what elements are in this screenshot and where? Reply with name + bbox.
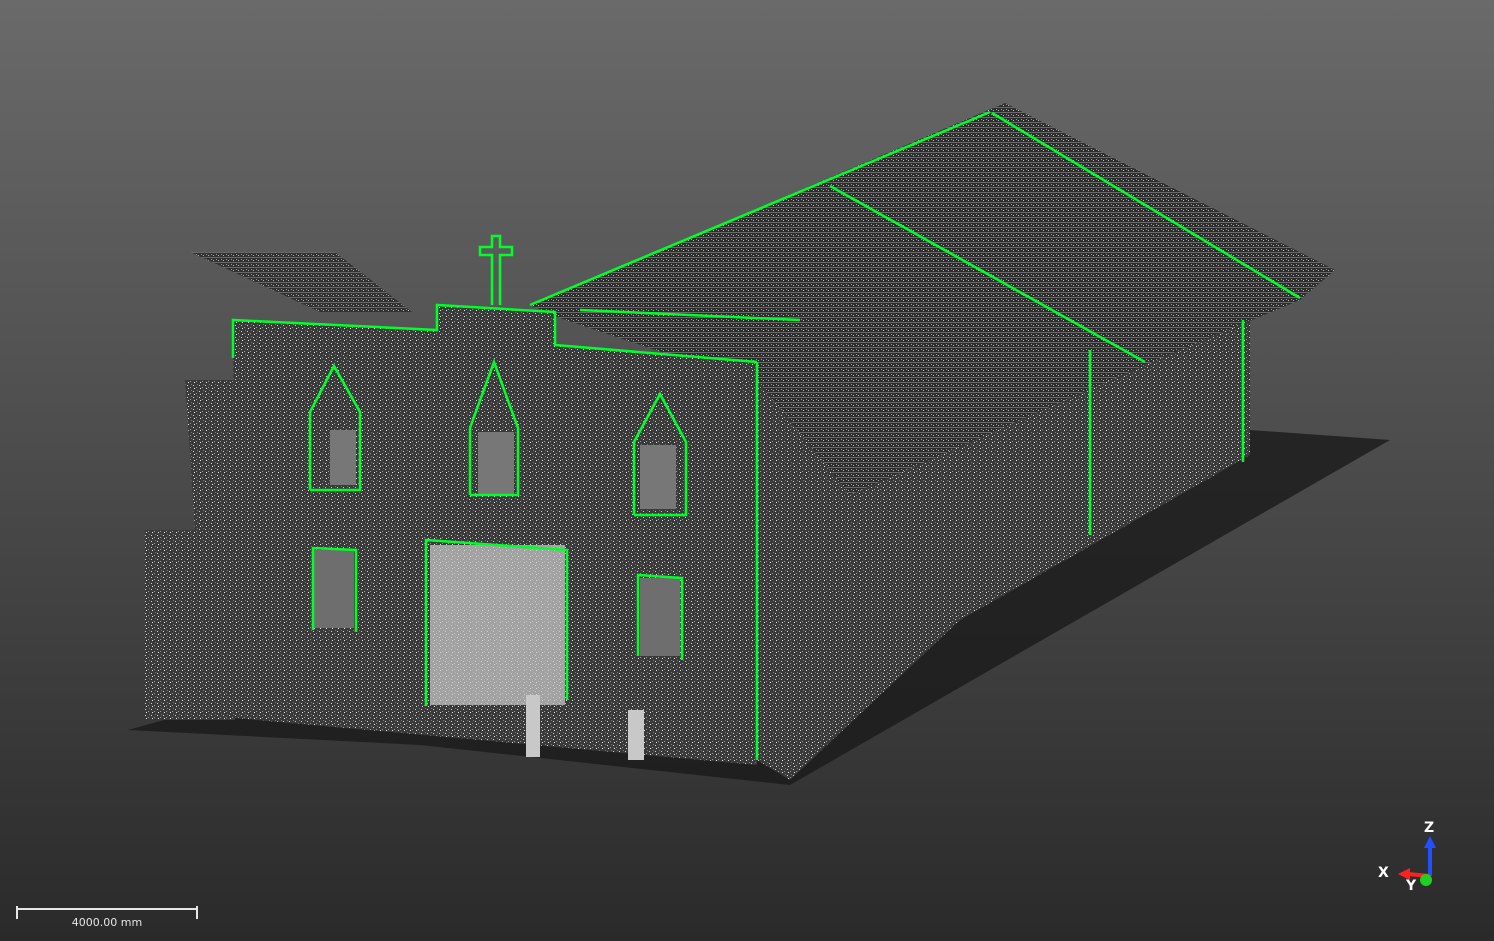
y-axis-label: Y xyxy=(1406,878,1417,894)
scale-label: 4000.00 mm xyxy=(71,916,143,929)
left-roof xyxy=(190,252,412,312)
lower-window-2 xyxy=(640,578,680,656)
3d-viewport[interactable] xyxy=(0,0,1494,941)
upper-window-3 xyxy=(640,445,676,509)
upper-window-1 xyxy=(330,430,356,485)
x-axis-label: X xyxy=(1378,865,1389,881)
person-figure-2 xyxy=(628,710,644,760)
scale-line xyxy=(16,908,197,910)
point-cloud-render[interactable] xyxy=(0,0,1494,941)
axis-triad: Z X Y xyxy=(1370,818,1450,898)
scale-bar: 4000.00 mm xyxy=(16,906,198,929)
lower-window-1 xyxy=(314,550,354,628)
upper-window-2 xyxy=(478,432,514,496)
person-figure-1 xyxy=(526,695,540,757)
doorway xyxy=(430,545,565,705)
left-annex xyxy=(145,380,235,720)
z-axis-label: Z xyxy=(1424,820,1435,836)
cross-edge xyxy=(478,234,514,305)
